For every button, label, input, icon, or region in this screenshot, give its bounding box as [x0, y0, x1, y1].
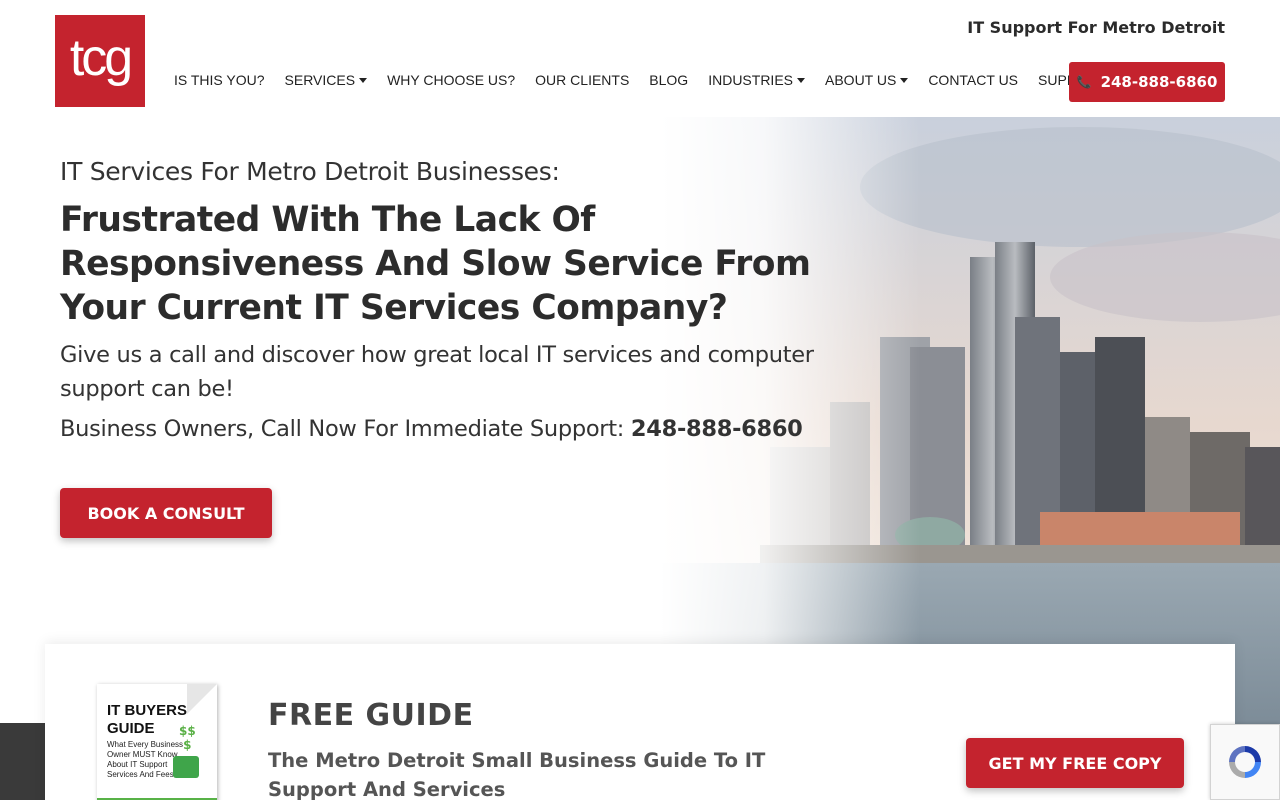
logo-text: tcg	[69, 29, 133, 87]
nav-item-about-us[interactable]: ABOUT US	[815, 72, 918, 88]
nav-item-label: CONTACT US	[928, 72, 1019, 88]
hero-call-line: Business Owners, Call Now For Immediate …	[60, 416, 840, 442]
nav-item-label: INDUSTRIES	[708, 72, 793, 88]
nav-item-is-this-you[interactable]: IS THIS YOU?	[164, 72, 275, 88]
dollar-signs-icon: $$ $	[179, 724, 196, 752]
nav-item-label: IS THIS YOU?	[174, 72, 265, 88]
hero-headline: Frustrated With The Lack Of Responsivene…	[60, 200, 811, 328]
phone-icon: 📞	[1076, 75, 1092, 89]
recaptcha-badge[interactable]	[1210, 724, 1280, 800]
toolbox-icon	[173, 756, 199, 778]
header-phone-button[interactable]: 📞 248-888-6860	[1069, 62, 1225, 102]
hero-subtext: Give us a call and discover how great lo…	[60, 342, 814, 402]
main-nav: IS THIS YOU? SERVICES WHY CHOOSE US? OUR CL…	[164, 72, 1115, 88]
get-free-copy-button[interactable]: GET MY FREE COPY	[966, 738, 1184, 788]
hero-text: IT Services For Metro Detroit Businesses…	[60, 157, 840, 442]
nav-item-our-clients[interactable]: OUR CLIENTS	[525, 72, 639, 88]
nav-item-label: OUR CLIENTS	[535, 72, 630, 88]
hero-kicker: IT Services For Metro Detroit Businesses…	[60, 157, 560, 186]
nav-item-services[interactable]: SERVICES	[275, 72, 378, 88]
nav-item-blog[interactable]: BLOG	[639, 72, 698, 88]
book-consult-button[interactable]: BOOK A CONSULT	[60, 488, 272, 538]
nav-item-industries[interactable]: INDUSTRIES	[698, 72, 815, 88]
recaptcha-icon	[1229, 746, 1261, 778]
nav-item-label: SERVICES	[284, 72, 356, 88]
nav-item-why-choose-us[interactable]: WHY CHOOSE US?	[377, 72, 525, 88]
header-phone-number: 248-888-6860	[1100, 73, 1218, 91]
caret-down-icon	[797, 77, 805, 83]
guide-book-cover: IT BUYERS GUIDE What Every Business Owne…	[97, 684, 217, 800]
nav-item-label: ABOUT US	[825, 72, 897, 88]
caret-down-icon	[359, 77, 368, 83]
nav-item-label: BLOG	[649, 72, 689, 88]
guide-title: FREE GUIDE	[268, 698, 474, 733]
hero-phone-link[interactable]: 248-888-6860	[631, 416, 803, 442]
guide-subtitle: The Metro Detroit Small Business Guide T…	[268, 749, 766, 800]
call-prefix: Business Owners, Call Now For Immediate …	[60, 416, 631, 442]
site-header: tcg IT Support For Metro Detroit IS THIS…	[0, 0, 1280, 117]
header-tagline: IT Support For Metro Detroit	[967, 18, 1225, 37]
book-title: IT BUYERS GUIDE	[107, 702, 188, 737]
footer-dark-strip	[0, 723, 45, 800]
nav-item-contact-us[interactable]: CONTACT US	[918, 72, 1028, 88]
free-guide-panel: IT BUYERS GUIDE What Every Business Owne…	[45, 644, 1235, 800]
caret-down-icon	[900, 77, 909, 83]
tcg-logo[interactable]: tcg	[55, 15, 145, 107]
nav-item-label: WHY CHOOSE US?	[387, 72, 516, 88]
